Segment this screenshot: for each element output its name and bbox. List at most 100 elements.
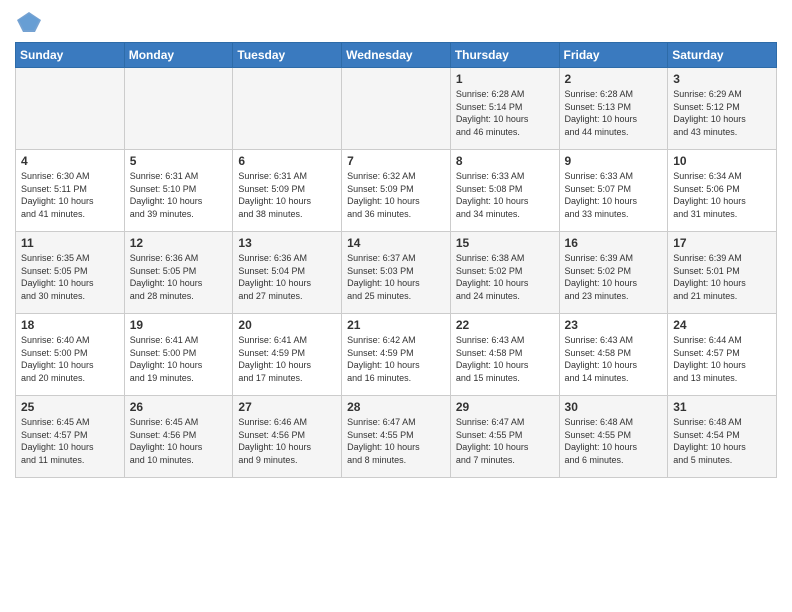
calendar-cell: 17Sunrise: 6:39 AMSunset: 5:01 PMDayligh… bbox=[668, 232, 777, 314]
cell-text-line: Sunset: 5:14 PM bbox=[456, 101, 554, 114]
calendar-cell: 12Sunrise: 6:36 AMSunset: 5:05 PMDayligh… bbox=[124, 232, 233, 314]
cell-text-line: Daylight: 10 hours bbox=[347, 195, 445, 208]
calendar-cell: 19Sunrise: 6:41 AMSunset: 5:00 PMDayligh… bbox=[124, 314, 233, 396]
cell-text-line: Sunset: 4:54 PM bbox=[673, 429, 771, 442]
cell-text-line: and 25 minutes. bbox=[347, 290, 445, 303]
calendar-cell: 8Sunrise: 6:33 AMSunset: 5:08 PMDaylight… bbox=[450, 150, 559, 232]
calendar-table: SundayMondayTuesdayWednesdayThursdayFrid… bbox=[15, 42, 777, 478]
day-number: 30 bbox=[565, 400, 663, 414]
cell-text-line: and 15 minutes. bbox=[456, 372, 554, 385]
cell-text-line: Sunrise: 6:34 AM bbox=[673, 170, 771, 183]
cell-text-line: Sunset: 4:58 PM bbox=[565, 347, 663, 360]
cell-text-line: Sunrise: 6:41 AM bbox=[238, 334, 336, 347]
calendar-cell bbox=[233, 68, 342, 150]
cell-text-line: and 13 minutes. bbox=[673, 372, 771, 385]
cell-text-line: Sunset: 5:06 PM bbox=[673, 183, 771, 196]
cell-text-line: Daylight: 10 hours bbox=[673, 441, 771, 454]
cell-text-line: Sunset: 5:00 PM bbox=[21, 347, 119, 360]
cell-text-line: Sunset: 5:02 PM bbox=[565, 265, 663, 278]
day-number: 26 bbox=[130, 400, 228, 414]
cell-text-line: Sunrise: 6:37 AM bbox=[347, 252, 445, 265]
day-number: 20 bbox=[238, 318, 336, 332]
cell-text-line: Daylight: 10 hours bbox=[130, 195, 228, 208]
cell-text-line: Sunrise: 6:29 AM bbox=[673, 88, 771, 101]
calendar-cell: 21Sunrise: 6:42 AMSunset: 4:59 PMDayligh… bbox=[342, 314, 451, 396]
cell-text-line: Sunrise: 6:45 AM bbox=[21, 416, 119, 429]
day-number: 14 bbox=[347, 236, 445, 250]
cell-text-line: Sunset: 5:05 PM bbox=[130, 265, 228, 278]
cell-text-line: Daylight: 10 hours bbox=[238, 277, 336, 290]
calendar-cell: 11Sunrise: 6:35 AMSunset: 5:05 PMDayligh… bbox=[16, 232, 125, 314]
cell-text-line: Sunset: 5:09 PM bbox=[238, 183, 336, 196]
cell-text-line: and 19 minutes. bbox=[130, 372, 228, 385]
calendar-cell: 27Sunrise: 6:46 AMSunset: 4:56 PMDayligh… bbox=[233, 396, 342, 478]
cell-text-line: Daylight: 10 hours bbox=[21, 277, 119, 290]
cell-text-line: and 21 minutes. bbox=[673, 290, 771, 303]
calendar-cell bbox=[342, 68, 451, 150]
weekday-header-wednesday: Wednesday bbox=[342, 43, 451, 68]
cell-text-line: Sunrise: 6:47 AM bbox=[347, 416, 445, 429]
day-number: 11 bbox=[21, 236, 119, 250]
cell-text-line: Sunset: 4:57 PM bbox=[21, 429, 119, 442]
cell-text-line: and 39 minutes. bbox=[130, 208, 228, 221]
cell-text-line: Sunrise: 6:33 AM bbox=[456, 170, 554, 183]
calendar-cell bbox=[16, 68, 125, 150]
cell-text-line: Sunrise: 6:30 AM bbox=[21, 170, 119, 183]
cell-text-line: Sunset: 4:55 PM bbox=[347, 429, 445, 442]
calendar-cell: 22Sunrise: 6:43 AMSunset: 4:58 PMDayligh… bbox=[450, 314, 559, 396]
weekday-header-tuesday: Tuesday bbox=[233, 43, 342, 68]
cell-text-line: and 9 minutes. bbox=[238, 454, 336, 467]
day-number: 6 bbox=[238, 154, 336, 168]
cell-text-line: Sunset: 5:08 PM bbox=[456, 183, 554, 196]
day-number: 9 bbox=[565, 154, 663, 168]
day-number: 13 bbox=[238, 236, 336, 250]
weekday-header-sunday: Sunday bbox=[16, 43, 125, 68]
cell-text-line: Daylight: 10 hours bbox=[565, 359, 663, 372]
cell-text-line: Daylight: 10 hours bbox=[565, 113, 663, 126]
cell-text-line: Daylight: 10 hours bbox=[347, 359, 445, 372]
cell-text-line: Daylight: 10 hours bbox=[673, 113, 771, 126]
day-number: 28 bbox=[347, 400, 445, 414]
calendar-week-row: 11 Sunrise: 6:35 AM Sunset: 5:05 PM Dayligh… bbox=[16, 232, 777, 314]
cell-text-line: Sunrise: 6:33 AM bbox=[565, 170, 663, 183]
cell-text-line: Sunrise: 6:47 AM bbox=[456, 416, 554, 429]
calendar-cell: 10Sunrise: 6:34 AMSunset: 5:06 PMDayligh… bbox=[668, 150, 777, 232]
cell-text-line: and 30 minutes. bbox=[21, 290, 119, 303]
cell-text-line: Daylight: 10 hours bbox=[21, 359, 119, 372]
cell-text-line: Sunset: 4:56 PM bbox=[130, 429, 228, 442]
calendar-cell: 9Sunrise: 6:33 AMSunset: 5:07 PMDaylight… bbox=[559, 150, 668, 232]
day-number: 29 bbox=[456, 400, 554, 414]
cell-text-line: Daylight: 10 hours bbox=[673, 195, 771, 208]
cell-text-line: Daylight: 10 hours bbox=[565, 277, 663, 290]
cell-text-line: and 5 minutes. bbox=[673, 454, 771, 467]
day-number: 19 bbox=[130, 318, 228, 332]
cell-text-line: Daylight: 10 hours bbox=[565, 441, 663, 454]
calendar-week-row: 1Sunrise: 6:28 AMSunset: 5:14 PMDaylight… bbox=[16, 68, 777, 150]
cell-text-line: and 23 minutes. bbox=[565, 290, 663, 303]
day-number: 3 bbox=[673, 72, 771, 86]
calendar-cell: 2Sunrise: 6:28 AMSunset: 5:13 PMDaylight… bbox=[559, 68, 668, 150]
cell-text-line: Sunset: 5:02 PM bbox=[456, 265, 554, 278]
cell-text-line: and 8 minutes. bbox=[347, 454, 445, 467]
cell-text-line: Daylight: 10 hours bbox=[456, 441, 554, 454]
cell-text-line: Daylight: 10 hours bbox=[456, 359, 554, 372]
cell-text-line: Sunrise: 6:45 AM bbox=[130, 416, 228, 429]
day-number: 22 bbox=[456, 318, 554, 332]
cell-text-line: Sunrise: 6:28 AM bbox=[456, 88, 554, 101]
day-number: 18 bbox=[21, 318, 119, 332]
cell-text-line: and 10 minutes. bbox=[130, 454, 228, 467]
cell-text-line: Daylight: 10 hours bbox=[238, 359, 336, 372]
calendar-cell: 20Sunrise: 6:41 AMSunset: 4:59 PMDayligh… bbox=[233, 314, 342, 396]
cell-text-line: Daylight: 10 hours bbox=[456, 277, 554, 290]
cell-text-line: Sunrise: 6:39 AM bbox=[565, 252, 663, 265]
cell-text-line: Sunset: 5:10 PM bbox=[130, 183, 228, 196]
cell-text-line: Daylight: 10 hours bbox=[130, 441, 228, 454]
cell-text-line: Sunrise: 6:35 AM bbox=[21, 252, 119, 265]
cell-text-line: and 20 minutes. bbox=[21, 372, 119, 385]
cell-text-line: Sunset: 4:55 PM bbox=[456, 429, 554, 442]
day-number: 12 bbox=[130, 236, 228, 250]
cell-text-line: Sunrise: 6:31 AM bbox=[130, 170, 228, 183]
cell-text-line: Sunrise: 6:43 AM bbox=[456, 334, 554, 347]
cell-text-line: Daylight: 10 hours bbox=[456, 195, 554, 208]
day-number: 5 bbox=[130, 154, 228, 168]
